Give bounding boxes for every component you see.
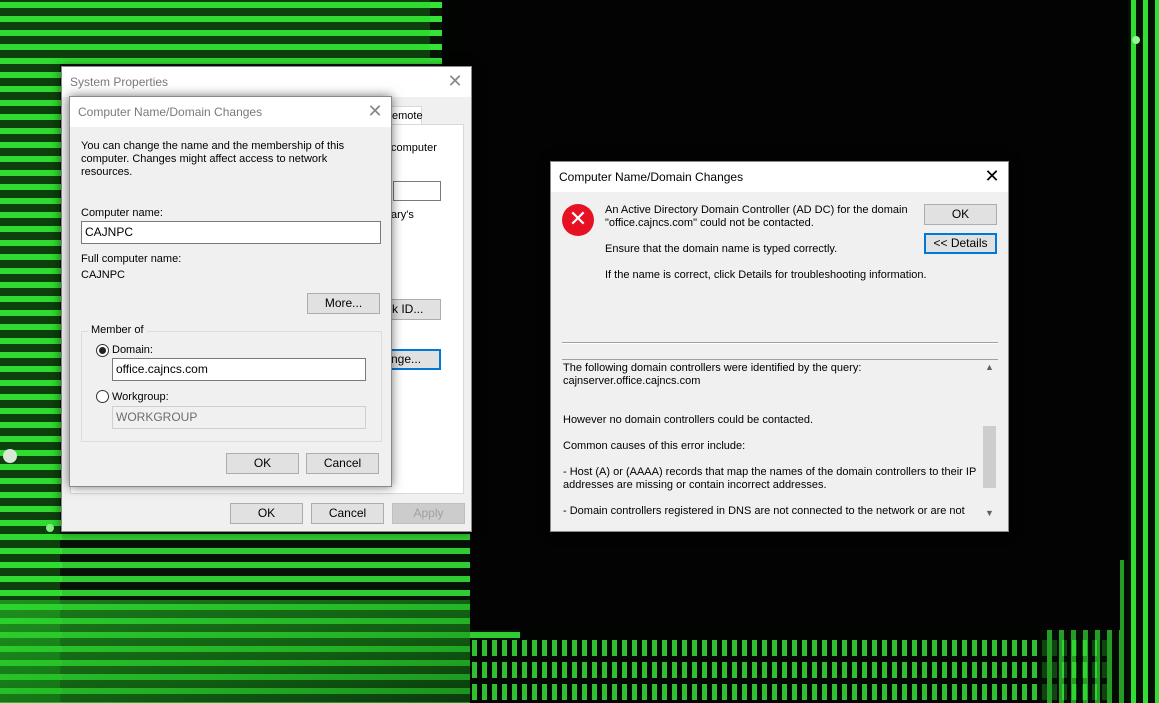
ok-label: OK <box>951 207 970 221</box>
change-label: nge... <box>391 352 422 366</box>
scroll-up-icon[interactable]: ▲ <box>981 362 998 372</box>
error-dialog-titlebar: Computer Name/Domain Changes ✕ <box>551 162 1008 192</box>
details-line: cajnserver.office.cajncs.com <box>563 375 701 387</box>
scroll-down-icon[interactable]: ▼ <box>981 508 998 518</box>
member-of-label: Member of <box>88 324 147 336</box>
computer-name-title: Computer Name/Domain Changes <box>78 105 263 119</box>
details-line: The following domain controllers were id… <box>563 362 862 374</box>
details-line <box>563 453 978 466</box>
error-message-line-2: "office.cajncs.com" could not be contact… <box>605 217 814 229</box>
ok-label: OK <box>257 506 276 520</box>
domain-label: Domain: <box>112 344 153 356</box>
ok-label: OK <box>253 456 272 470</box>
computer-name-input[interactable]: CAJNPC <box>81 221 381 244</box>
details-line <box>563 427 978 440</box>
details-line: However no domain controllers could be c… <box>563 414 814 426</box>
domain-input[interactable]: office.cajncs.com <box>112 358 366 381</box>
cancel-button[interactable]: Cancel <box>311 503 384 524</box>
details-scrollbar[interactable]: ▲ ▼ <box>981 360 998 520</box>
more-button[interactable]: More... <box>307 293 380 314</box>
details-line: Common causes of this error include: <box>563 440 746 452</box>
workgroup-input[interactable]: WORKGROUP <box>112 406 366 429</box>
computer-name-description: You can change the name and the membersh… <box>81 140 345 178</box>
computer-name-titlebar: Computer Name/Domain Changes ✕ <box>70 97 391 127</box>
details-textarea[interactable]: The following domain controllers were id… <box>562 359 998 520</box>
side-text-ary: ary's <box>391 209 414 221</box>
workgroup-radio[interactable] <box>96 390 109 403</box>
close-icon[interactable]: ✕ <box>982 166 1002 186</box>
error-x-icon: ✕ <box>562 204 594 236</box>
error-details-hint: If the name is correct, click Details fo… <box>605 269 927 281</box>
side-text-computer: computer <box>391 142 437 154</box>
computer-name-label: Computer name: <box>81 207 163 219</box>
details-line <box>563 388 978 401</box>
details-line: - Host (A) or (AAAA) records that map th… <box>563 466 977 478</box>
details-line <box>563 401 978 414</box>
apply-label: Apply <box>413 506 444 520</box>
tab-remote[interactable]: emote <box>388 106 423 125</box>
ok-button[interactable]: OK <box>226 453 299 474</box>
error-message-line-1: An Active Directory Domain Controller (A… <box>605 204 908 216</box>
details-line: addresses are missing or contain incorre… <box>563 479 827 491</box>
details-text: The following domain controllers were id… <box>563 362 978 518</box>
ok-button[interactable]: OK <box>924 204 997 225</box>
computer-name-dialog: Computer Name/Domain Changes ✕ You can c… <box>69 96 392 487</box>
separator <box>562 342 998 344</box>
ok-button[interactable]: OK <box>230 503 303 524</box>
description-field[interactable] <box>393 181 441 201</box>
details-line: - Domain controllers registered in DNS a… <box>563 505 965 517</box>
error-dialog: Computer Name/Domain Changes ✕ ✕ An Acti… <box>550 161 1009 532</box>
scroll-thumb[interactable] <box>983 426 996 488</box>
details-line <box>563 492 978 505</box>
system-properties-titlebar: System Properties ✕ <box>62 67 471 97</box>
error-hint: Ensure that the domain name is typed cor… <box>605 243 838 255</box>
workgroup-label: Workgroup: <box>112 391 169 403</box>
close-icon[interactable]: ✕ <box>365 101 385 121</box>
cancel-button[interactable]: Cancel <box>306 453 379 474</box>
apply-button[interactable]: Apply <box>392 503 465 524</box>
full-computer-name-value: CAJNPC <box>81 269 126 281</box>
domain-radio[interactable] <box>96 344 109 357</box>
error-dialog-title: Computer Name/Domain Changes <box>559 170 744 184</box>
tab-remote-label: emote <box>392 110 423 122</box>
network-id-label: rk ID... <box>388 302 424 316</box>
close-icon[interactable]: ✕ <box>445 71 465 91</box>
details-label: << Details <box>933 236 988 250</box>
system-properties-title: System Properties <box>70 75 169 89</box>
cancel-label: Cancel <box>328 506 367 520</box>
cancel-label: Cancel <box>323 456 362 470</box>
details-button[interactable]: << Details <box>924 233 997 254</box>
full-computer-name-label: Full computer name: <box>81 253 182 265</box>
more-label: More... <box>324 296 363 310</box>
